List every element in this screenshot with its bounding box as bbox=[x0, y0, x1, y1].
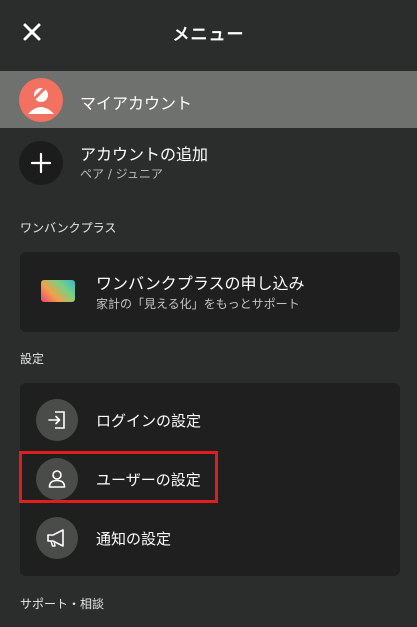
settings-card: ログインの設定 ユーザーの設定 通知の設定 bbox=[20, 383, 400, 576]
plus-card-title: ワンバンクプラスの申し込み bbox=[96, 274, 305, 293]
add-account-button[interactable] bbox=[19, 141, 63, 185]
settings-item-label: 通知の設定 bbox=[96, 530, 172, 548]
page-title: メニュー bbox=[172, 25, 245, 45]
settings-item-login[interactable]: ログインの設定 bbox=[20, 391, 400, 449]
settings-item-notification[interactable]: 通知の設定 bbox=[20, 509, 400, 567]
settings-item-label: ユーザーの設定 bbox=[96, 471, 201, 489]
section-label-settings: 設定 bbox=[20, 352, 45, 366]
user-icon bbox=[36, 458, 78, 500]
my-account-label: マイアカウント bbox=[80, 94, 193, 113]
section-label-plus: ワンバンクプラス bbox=[20, 221, 117, 235]
plus-signup-card[interactable]: ワンバンクプラスの申し込み 家計の「見える化」をもっとサポート bbox=[20, 252, 400, 332]
settings-item-user[interactable]: ユーザーの設定 bbox=[20, 450, 400, 508]
header: メニュー bbox=[0, 0, 417, 66]
megaphone-icon bbox=[36, 517, 78, 559]
plus-card-subtitle: 家計の「見える化」をもっとサポート bbox=[96, 297, 300, 311]
add-account-row[interactable]: アカウントの追加 ペア / ジュニア bbox=[0, 136, 417, 190]
avatar-user-icon bbox=[23, 82, 54, 114]
avatar bbox=[19, 78, 63, 122]
settings-item-label: ログインの設定 bbox=[96, 412, 202, 430]
login-icon bbox=[36, 399, 78, 441]
my-account-row[interactable]: マイアカウント bbox=[0, 71, 417, 128]
plus-icon bbox=[30, 152, 52, 174]
add-account-sublabel: ペア / ジュニア bbox=[80, 167, 163, 181]
section-label-support: サポート・相談 bbox=[20, 597, 105, 611]
add-account-label: アカウントの追加 bbox=[80, 145, 209, 164]
onebank-plus-logo-icon bbox=[41, 280, 75, 302]
